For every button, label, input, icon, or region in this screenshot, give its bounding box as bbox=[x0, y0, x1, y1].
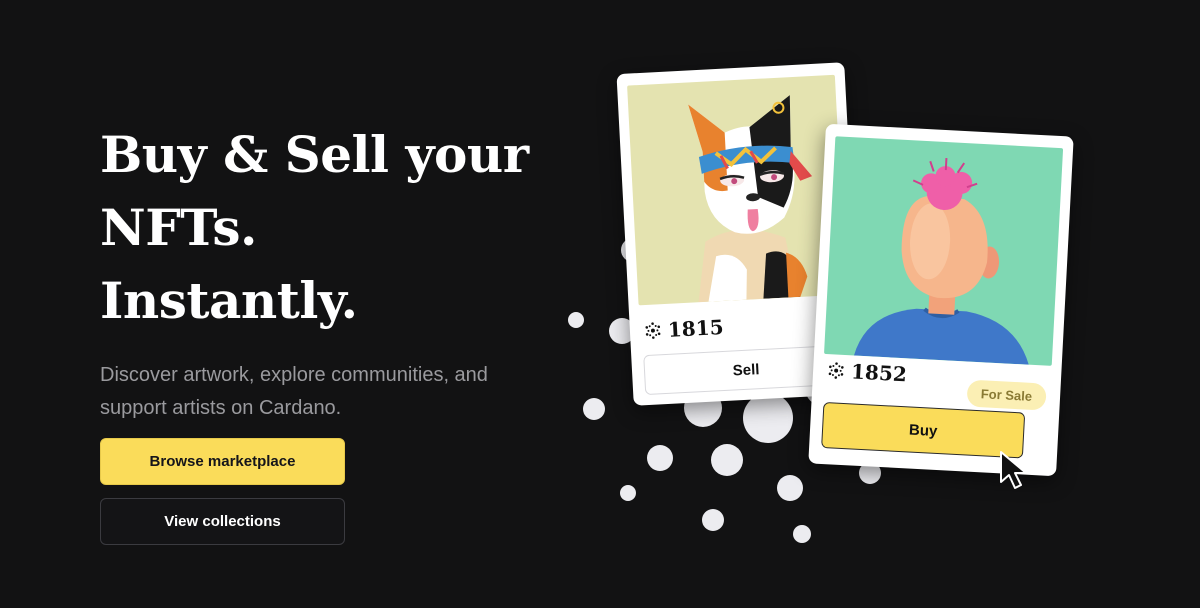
hero-subtitle: Discover artwork, explore communities, a… bbox=[100, 364, 488, 419]
nft-price: 1815 bbox=[667, 314, 725, 342]
view-collections-button[interactable]: View collections bbox=[100, 498, 345, 545]
buy-button[interactable]: Buy bbox=[821, 401, 1026, 459]
cardano-icon bbox=[645, 322, 661, 339]
headline: Buy & Sell your NFTs. Instantly. bbox=[100, 118, 560, 337]
headline-line-3: Instantly. bbox=[100, 271, 358, 330]
price-row: 1815 bbox=[643, 315, 724, 343]
nft-card-buy[interactable]: 1852 For Sale Buy bbox=[808, 123, 1074, 477]
figure-nft-artwork[interactable] bbox=[824, 136, 1064, 366]
mouse-pointer-icon bbox=[1000, 451, 1027, 489]
price-row: 1852 bbox=[827, 358, 908, 387]
for-sale-badge: For Sale bbox=[966, 379, 1047, 411]
headline-line-1: Buy & Sell your bbox=[100, 125, 529, 184]
hero-text: Buy & Sell your NFTs. Instantly. Discove… bbox=[100, 118, 560, 425]
nft-price: 1852 bbox=[850, 359, 908, 387]
cardano-icon bbox=[828, 362, 844, 379]
headline-line-2: NFTs. bbox=[100, 198, 257, 257]
browse-marketplace-button[interactable]: Browse marketplace bbox=[100, 438, 345, 485]
cat-nft-artwork[interactable] bbox=[627, 74, 847, 306]
